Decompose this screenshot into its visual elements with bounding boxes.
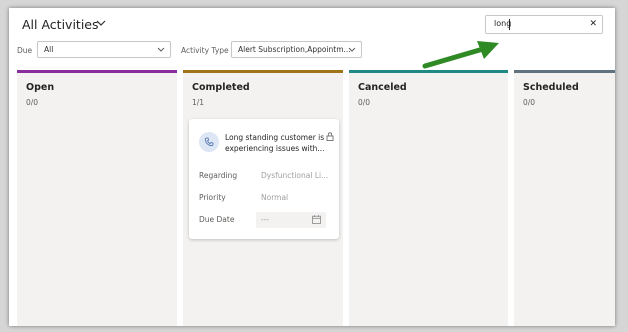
green-arrow-annotation — [422, 41, 499, 69]
lock-icon — [326, 132, 334, 141]
regarding-label: Regarding — [199, 171, 238, 180]
due-filter-label: Due — [17, 46, 33, 55]
column-open: Open 0/0 — [17, 70, 177, 326]
activity-icon-badge — [199, 132, 219, 152]
activity-card[interactable]: Long standing customer is experiencing i… — [189, 119, 339, 239]
column-canceled: Canceled 0/0 — [349, 70, 508, 326]
activity-type-filter-value: Alert Subscription,Appointm... — [238, 45, 351, 54]
view-selector-chevron-icon[interactable] — [96, 18, 106, 28]
clear-search-icon[interactable]: ✕ — [589, 19, 597, 30]
due-filter-value: All — [44, 45, 54, 54]
column-count: 0/0 — [523, 98, 536, 107]
column-title: Scheduled — [523, 82, 579, 93]
activity-card-title[interactable]: Long standing customer is experiencing i… — [225, 133, 327, 154]
column-count: 1/1 — [192, 98, 205, 107]
due-date-field[interactable]: --- — [256, 212, 326, 228]
chevron-down-icon — [157, 47, 165, 52]
chevron-down-icon — [348, 47, 356, 52]
column-count: 0/0 — [26, 98, 39, 107]
due-date-label: Due Date — [199, 215, 235, 224]
view-title[interactable]: All Activities — [22, 17, 99, 32]
activity-title-line-1: Long standing customer is — [225, 133, 325, 142]
priority-label: Priority — [199, 193, 226, 202]
column-scheduled: Scheduled 0/0 — [514, 70, 615, 326]
phone-icon — [204, 137, 214, 147]
column-title: Completed — [192, 82, 250, 93]
activity-title-line-2: experiencing issues with... — [225, 143, 325, 153]
activity-type-filter-label: Activity Type — [181, 46, 229, 55]
column-title: Canceled — [358, 82, 407, 93]
column-title: Open — [26, 82, 55, 93]
calendar-icon[interactable] — [312, 215, 321, 224]
regarding-value[interactable]: Dysfunctional Li... — [261, 171, 328, 180]
search-input[interactable]: long ✕ — [485, 15, 603, 34]
activity-type-filter-select[interactable]: Alert Subscription,Appointm... — [231, 41, 362, 58]
column-count: 0/0 — [358, 98, 371, 107]
activities-board: All Activities long ✕ Due All Activity T… — [9, 8, 615, 326]
column-completed: Completed 1/1 Long standing customer is … — [183, 70, 343, 326]
priority-value: Normal — [261, 193, 289, 202]
text-caret — [509, 19, 510, 30]
due-date-value: --- — [261, 215, 270, 224]
due-filter-select[interactable]: All — [37, 41, 171, 58]
